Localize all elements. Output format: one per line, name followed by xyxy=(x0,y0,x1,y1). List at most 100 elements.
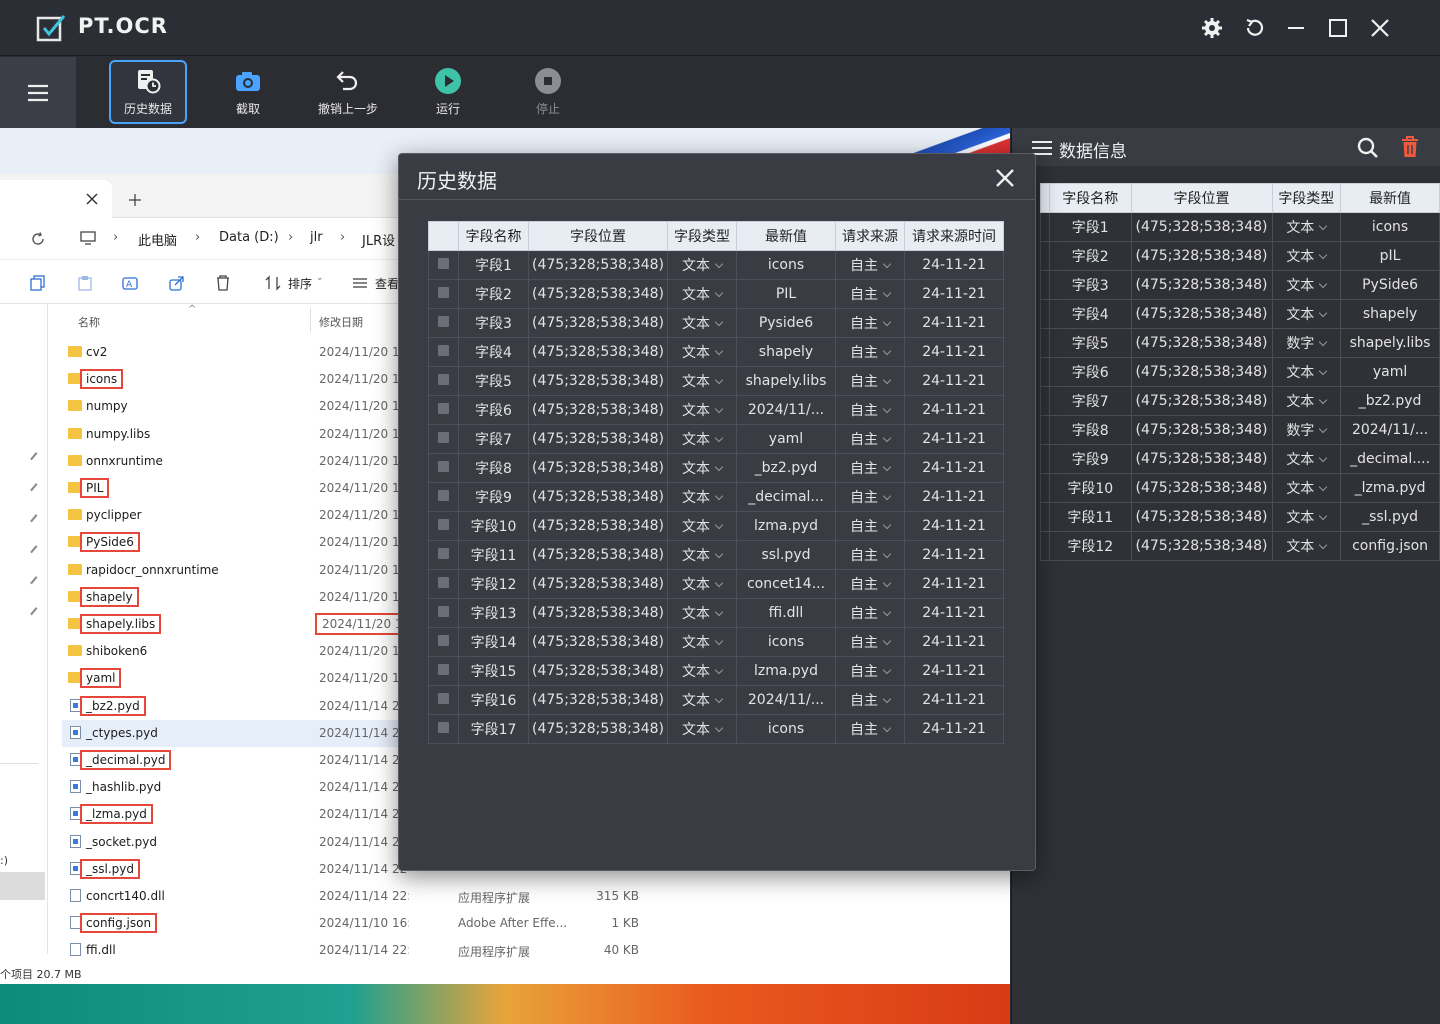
table-row[interactable]: 字段6 (475;328;538;348) 文本 yaml xyxy=(1040,357,1440,387)
table-row[interactable]: 字段1 (475;328;538;348) 文本 icons 自主 24-11-21 xyxy=(428,250,1004,280)
row-checkbox-cell[interactable] xyxy=(428,511,459,541)
rename-icon[interactable]: A xyxy=(122,275,139,291)
trash-icon[interactable] xyxy=(1401,136,1419,158)
table-row[interactable]: 字段13 (475;328;538;348) 文本 ffi.dll 自主 24-11-21 xyxy=(428,598,1004,628)
field-type-select[interactable]: 文本 xyxy=(1271,270,1342,300)
table-row[interactable]: 字段8 (475;328;538;348) 文本 _bz2.pyd 自主 24-11-21 xyxy=(428,453,1004,483)
checkbox[interactable] xyxy=(438,722,449,733)
new-tab-icon[interactable] xyxy=(128,193,142,207)
view-button[interactable]: 查看 xyxy=(375,275,399,292)
field-type-select[interactable]: 文本 xyxy=(1271,473,1342,503)
request-source-select[interactable]: 自主 xyxy=(835,540,905,570)
field-type-select[interactable]: 文本 xyxy=(1271,357,1342,387)
breadcrumb-this-pc[interactable]: 此电脑 xyxy=(138,230,177,249)
minimize-icon[interactable] xyxy=(1282,14,1310,42)
table-row[interactable]: 字段11 (475;328;538;348) 文本 ssl.pyd 自主 24-11-21 xyxy=(428,540,1004,570)
checkbox[interactable] xyxy=(438,345,449,356)
request-source-select[interactable]: 自主 xyxy=(835,308,905,338)
table-row[interactable]: 字段9 (475;328;538;348) 文本 _decimal... 自主 24-11… xyxy=(428,482,1004,512)
row-checkbox-cell[interactable] xyxy=(428,482,459,512)
request-source-select[interactable]: 自主 xyxy=(835,366,905,396)
table-row[interactable]: 字段3 (475;328;538;348) 文本 PySide6 xyxy=(1040,270,1440,300)
table-row[interactable]: 字段5 (475;328;538;348) 文本 shapely.libs 自主 24-1… xyxy=(428,366,1004,396)
table-row[interactable]: 字段5 (475;328;538;348) 数字 shapely.libs xyxy=(1040,328,1440,358)
file-row[interactable]: config.json 2024/11/10 16:09 Adobe After E… xyxy=(62,910,662,937)
checkbox[interactable] xyxy=(438,432,449,443)
table-row[interactable]: 字段11 (475;328;538;348) 文本 _ssl.pyd xyxy=(1040,502,1440,532)
table-row[interactable]: 字段12 (475;328;538;348) 文本 config.json xyxy=(1040,531,1440,561)
delete-icon[interactable] xyxy=(216,275,230,291)
request-source-select[interactable]: 自主 xyxy=(835,685,905,715)
field-type-select[interactable]: 数字 xyxy=(1271,328,1342,358)
field-type-select[interactable]: 文本 xyxy=(667,511,737,541)
field-type-select[interactable]: 文本 xyxy=(1271,299,1342,329)
capture-button[interactable]: 截取 xyxy=(209,60,287,124)
field-type-select[interactable]: 文本 xyxy=(667,308,737,338)
share-icon[interactable] xyxy=(169,275,185,291)
row-checkbox-cell[interactable] xyxy=(428,395,459,425)
field-type-select[interactable]: 文本 xyxy=(667,453,737,483)
row-checkbox-cell[interactable] xyxy=(428,598,459,628)
row-checkbox-cell[interactable] xyxy=(428,250,459,280)
copy-icon[interactable] xyxy=(30,275,46,291)
paste-icon[interactable] xyxy=(77,275,93,291)
row-checkbox-cell[interactable] xyxy=(428,627,459,657)
table-row[interactable]: 字段10 (475;328;538;348) 文本 lzma.pyd 自主 24-11-2… xyxy=(428,511,1004,541)
breadcrumb-jlr[interactable]: jlr xyxy=(310,230,323,245)
request-source-select[interactable]: 自主 xyxy=(835,279,905,309)
field-type-select[interactable]: 文本 xyxy=(667,714,737,744)
field-type-select[interactable]: 文本 xyxy=(667,627,737,657)
field-type-select[interactable]: 文本 xyxy=(1271,241,1342,271)
hamburger-menu-button[interactable] xyxy=(0,57,76,128)
table-row[interactable]: 字段4 (475;328;538;348) 文本 shapely 自主 24-11-21 xyxy=(428,337,1004,367)
table-row[interactable]: 字段2 (475;328;538;348) 文本 pIL xyxy=(1040,241,1440,271)
row-checkbox-cell[interactable] xyxy=(428,337,459,367)
checkbox[interactable] xyxy=(438,577,449,588)
column-header-date[interactable]: 修改日期 xyxy=(319,314,363,330)
field-type-select[interactable]: 文本 xyxy=(667,540,737,570)
table-row[interactable]: 字段7 (475;328;538;348) 文本 yaml 自主 24-11-21 xyxy=(428,424,1004,454)
table-row[interactable]: 字段16 (475;328;538;348) 文本 2024/11/... 自主 24-1… xyxy=(428,685,1004,715)
checkbox[interactable] xyxy=(438,519,449,530)
field-type-select[interactable]: 文本 xyxy=(1271,444,1342,474)
table-row[interactable]: 字段12 (475;328;538;348) 文本 concet14... 自主 24-1… xyxy=(428,569,1004,599)
stop-button[interactable]: 停止 xyxy=(509,60,587,124)
search-icon[interactable] xyxy=(1357,137,1379,159)
field-type-select[interactable]: 文本 xyxy=(667,337,737,367)
history-data-button[interactable]: 历史数据 xyxy=(109,60,187,124)
file-row[interactable]: ffi.dll 2024/11/14 22:21 应用程序扩展 40 KB xyxy=(62,937,662,964)
field-type-select[interactable]: 文本 xyxy=(667,569,737,599)
refresh-icon[interactable] xyxy=(31,232,45,246)
field-type-select[interactable]: 文本 xyxy=(667,366,737,396)
table-row[interactable]: 字段4 (475;328;538;348) 文本 shapely xyxy=(1040,299,1440,329)
file-row[interactable]: concrt140.dll 2024/11/14 22:21 应用程序扩展 315 K… xyxy=(62,883,662,910)
row-checkbox-cell[interactable] xyxy=(428,279,459,309)
request-source-select[interactable]: 自主 xyxy=(835,395,905,425)
table-row[interactable]: 字段10 (475;328;538;348) 文本 _lzma.pyd xyxy=(1040,473,1440,503)
table-row[interactable]: 字段15 (475;328;538;348) 文本 lzma.pyd 自主 24-11-2… xyxy=(428,656,1004,686)
tab-close-icon[interactable] xyxy=(86,193,98,205)
field-type-select[interactable]: 文本 xyxy=(1271,212,1342,242)
request-source-select[interactable]: 自主 xyxy=(835,714,905,744)
request-source-select[interactable]: 自主 xyxy=(835,627,905,657)
row-checkbox-cell[interactable] xyxy=(428,685,459,715)
column-header-name[interactable]: 名称 xyxy=(78,314,100,330)
field-type-select[interactable]: 文本 xyxy=(667,656,737,686)
checkbox[interactable] xyxy=(438,287,449,298)
field-type-select[interactable]: 文本 xyxy=(667,598,737,628)
checkbox[interactable] xyxy=(438,693,449,704)
field-type-select[interactable]: 文本 xyxy=(667,685,737,715)
table-row[interactable]: 字段14 (475;328;538;348) 文本 icons 自主 24-11-21 xyxy=(428,627,1004,657)
field-type-select[interactable]: 文本 xyxy=(1271,502,1342,532)
breadcrumb-jlr-folder[interactable]: JLR设 xyxy=(362,230,395,249)
settings-icon[interactable] xyxy=(1198,14,1226,42)
field-type-select[interactable]: 文本 xyxy=(1271,386,1342,416)
table-row[interactable]: 字段1 (475;328;538;348) 文本 icons xyxy=(1040,212,1440,242)
request-source-select[interactable]: 自主 xyxy=(835,569,905,599)
row-checkbox-cell[interactable] xyxy=(428,424,459,454)
table-row[interactable]: 字段8 (475;328;538;348) 数字 2024/11/... xyxy=(1040,415,1440,445)
checkbox[interactable] xyxy=(438,635,449,646)
run-button[interactable]: 运行 xyxy=(409,60,487,124)
request-source-select[interactable]: 自主 xyxy=(835,337,905,367)
field-type-select[interactable]: 文本 xyxy=(667,279,737,309)
